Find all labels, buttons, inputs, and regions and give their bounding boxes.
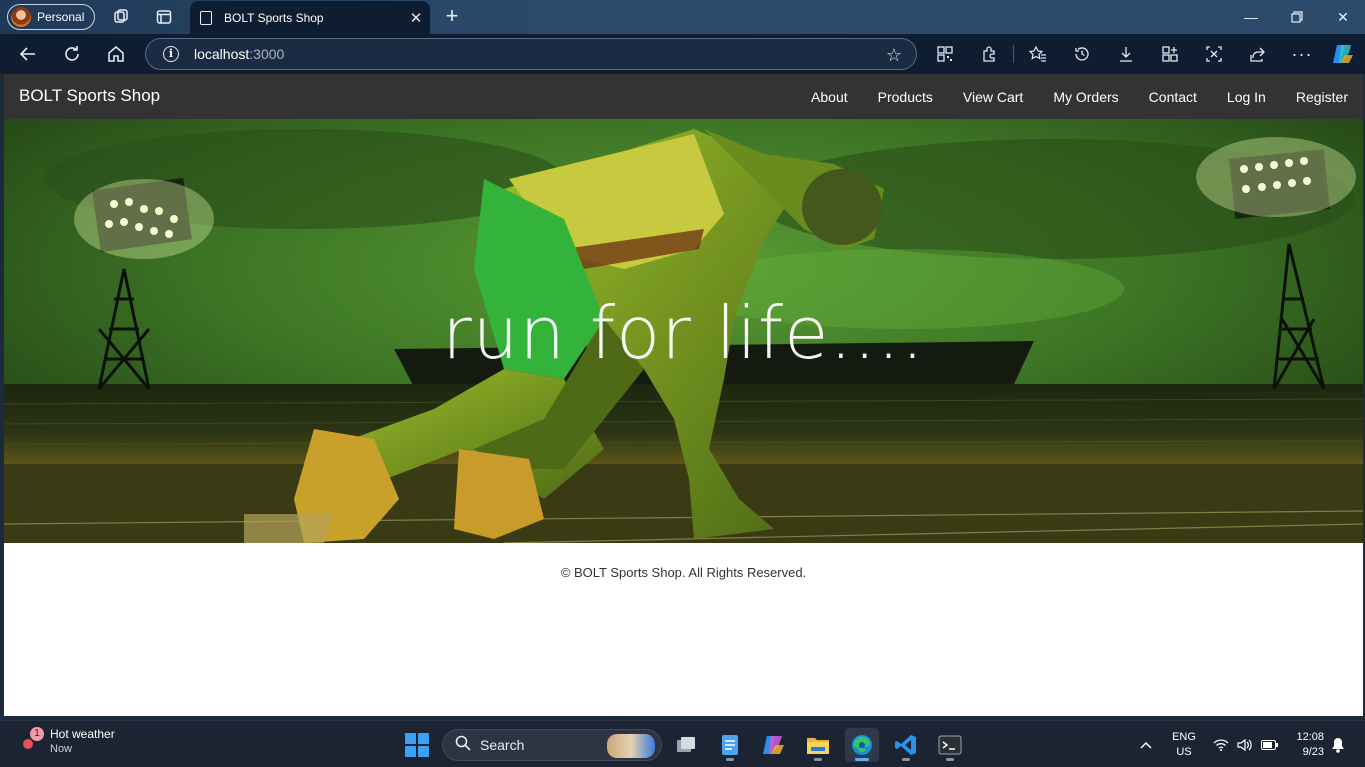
- search-label: Search: [480, 737, 525, 753]
- copilot-app-icon[interactable]: [757, 728, 791, 762]
- extensions-icon[interactable]: [977, 42, 1001, 66]
- site-footer: © BOLT Sports Shop. All Rights Reserved.: [560, 565, 807, 580]
- terminal-icon[interactable]: [933, 728, 967, 762]
- workspaces-icon[interactable]: [108, 5, 134, 29]
- nav-products[interactable]: Products: [863, 89, 948, 105]
- history-icon[interactable]: [1070, 42, 1094, 66]
- new-tab-icon[interactable]: +: [440, 5, 464, 29]
- toolbar-separator: [1013, 45, 1014, 63]
- weather-widget[interactable]: 1 Hot weather Now: [18, 727, 115, 755]
- windows-start-icon[interactable]: [405, 733, 429, 757]
- profile-label: Personal: [37, 10, 85, 24]
- weather-time: Now: [50, 743, 73, 755]
- show-hidden-icons-chevron-icon[interactable]: [1136, 721, 1156, 767]
- screenshot-icon[interactable]: [1202, 42, 1226, 66]
- profile-button[interactable]: Personal: [7, 4, 95, 30]
- taskbar-search[interactable]: Search: [442, 729, 662, 761]
- qr-code-icon[interactable]: [933, 42, 957, 66]
- nav-my-orders[interactable]: My Orders: [1038, 89, 1133, 105]
- search-highlight-image: [607, 734, 655, 758]
- volume-icon[interactable]: [1235, 721, 1255, 767]
- downloads-icon[interactable]: [1114, 42, 1138, 66]
- site-navbar: BOLT Sports Shop About Products View Car…: [4, 74, 1363, 119]
- wifi-icon[interactable]: [1211, 721, 1231, 767]
- site-menu: About Products View Cart My Orders Conta…: [796, 74, 1363, 119]
- back-icon[interactable]: [15, 41, 41, 67]
- search-icon: [455, 735, 471, 756]
- collections-icon[interactable]: [1158, 42, 1182, 66]
- profile-avatar: [11, 7, 31, 27]
- site-info-icon[interactable]: i: [163, 46, 179, 62]
- clock-time: 12:08: [1296, 731, 1324, 743]
- taskbar: 1 Hot weather Now Search ENG US 12:08 9/…: [0, 720, 1365, 767]
- browser-toolbar: i localhost:3000 ☆ ···: [0, 34, 1365, 74]
- copilot-icon[interactable]: [1331, 42, 1355, 66]
- browser-tab-strip: Personal BOLT Sports Shop ✕ + — ✕: [0, 0, 1365, 34]
- lang-line2: US: [1176, 746, 1192, 758]
- favorite-star-icon[interactable]: ☆: [886, 45, 902, 66]
- edge-browser-icon[interactable]: [845, 728, 879, 762]
- clock[interactable]: 12:08 9/23: [1290, 730, 1324, 760]
- nav-contact[interactable]: Contact: [1134, 89, 1212, 105]
- active-tab[interactable]: BOLT Sports Shop ✕: [190, 1, 430, 34]
- clock-date: 9/23: [1302, 746, 1324, 758]
- home-icon[interactable]: [103, 41, 129, 67]
- address-bar[interactable]: i localhost:3000 ☆: [145, 38, 917, 70]
- more-options-icon[interactable]: ···: [1290, 42, 1314, 66]
- address-host: localhost: [194, 46, 250, 62]
- nav-log-in[interactable]: Log In: [1212, 89, 1281, 105]
- refresh-icon[interactable]: [59, 41, 85, 67]
- file-explorer-icon[interactable]: [801, 728, 835, 762]
- tab-title: BOLT Sports Shop: [224, 10, 324, 25]
- vertical-tabs-icon[interactable]: [151, 5, 177, 29]
- nav-about[interactable]: About: [796, 89, 863, 105]
- page-icon: [200, 10, 212, 25]
- hero-banner: run for life....: [4, 119, 1363, 543]
- hero-tagline: run for life....: [442, 291, 925, 375]
- task-view-icon[interactable]: [669, 728, 703, 762]
- restore-icon[interactable]: [1274, 0, 1320, 34]
- minimize-icon[interactable]: —: [1228, 0, 1274, 34]
- close-window-icon[interactable]: ✕: [1320, 0, 1365, 34]
- favorites-icon[interactable]: [1026, 42, 1050, 66]
- notepad-icon[interactable]: [713, 728, 747, 762]
- close-tab-icon[interactable]: ✕: [402, 9, 430, 27]
- weather-title: Hot weather: [50, 727, 115, 741]
- vscode-icon[interactable]: [889, 728, 923, 762]
- share-icon[interactable]: [1246, 42, 1270, 66]
- input-language[interactable]: ENG US: [1168, 730, 1200, 760]
- weather-badge: 1: [30, 727, 44, 741]
- battery-icon[interactable]: [1259, 721, 1281, 767]
- address-port: :3000: [249, 46, 285, 62]
- web-page: BOLT Sports Shop About Products View Car…: [4, 74, 1363, 716]
- nav-view-cart[interactable]: View Cart: [948, 89, 1038, 105]
- notifications-bell-icon[interactable]: [1328, 721, 1348, 767]
- nav-register[interactable]: Register: [1281, 89, 1363, 105]
- thermometer-icon: 1: [18, 727, 44, 755]
- lang-line1: ENG: [1172, 731, 1196, 743]
- site-brand[interactable]: BOLT Sports Shop: [19, 86, 160, 106]
